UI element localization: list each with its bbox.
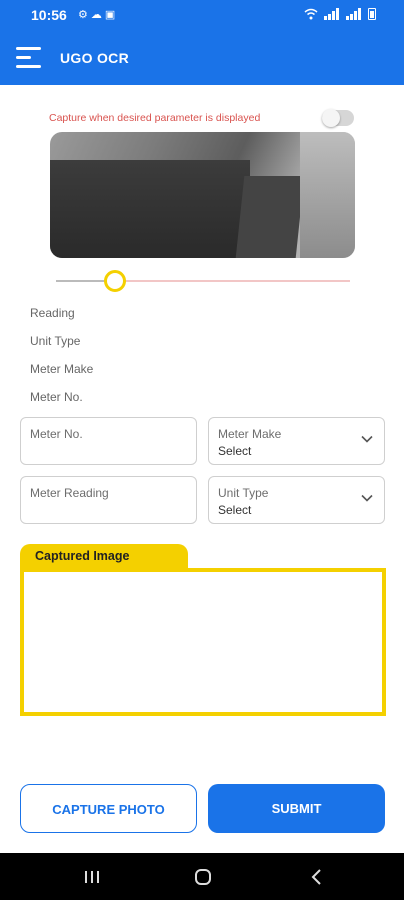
signal-icon — [346, 8, 361, 20]
meter-reading-field[interactable]: Meter Reading — [20, 476, 197, 524]
system-nav-bar — [0, 853, 404, 900]
recent-apps-icon[interactable] — [77, 867, 107, 887]
teams-icon: ▣ — [104, 9, 119, 21]
capture-hint: Capture when desired parameter is displa… — [49, 112, 261, 124]
zoom-slider[interactable] — [56, 270, 350, 292]
meter-make-dropdown-label: Meter Make — [218, 427, 282, 441]
chevron-down-icon — [361, 494, 373, 502]
meter-no-field[interactable]: Meter No. — [20, 417, 197, 465]
app-title: UGO OCR — [60, 50, 129, 66]
meter-reading-field-label: Meter Reading — [30, 486, 109, 500]
toggle-knob — [322, 109, 340, 127]
unit-type-dropdown-label: Unit Type — [218, 486, 269, 500]
captured-image-box — [20, 568, 386, 716]
system-icons — [304, 8, 376, 20]
meter-make-dropdown[interactable]: Meter Make Select — [208, 417, 385, 465]
wifi-icon — [304, 8, 318, 20]
notification-icons: ⚙☁▣ — [78, 8, 118, 21]
reading-label: Reading — [30, 306, 75, 320]
submit-button[interactable]: SUBMIT — [208, 784, 385, 833]
unit-type-label: Unit Type — [30, 334, 81, 348]
chevron-down-icon — [361, 435, 373, 443]
meter-make-dropdown-value: Select — [218, 444, 252, 458]
menu-icon[interactable] — [16, 47, 41, 69]
status-time: 10:56 — [31, 7, 67, 23]
slider-thumb[interactable] — [103, 270, 126, 292]
home-icon[interactable] — [188, 867, 218, 887]
auto-capture-toggle[interactable] — [322, 109, 354, 127]
unit-type-dropdown-value: Select — [218, 503, 252, 517]
back-icon[interactable] — [302, 867, 332, 887]
meter-make-label: Meter Make — [30, 362, 94, 376]
capture-photo-button[interactable]: CAPTURE PHOTO — [20, 784, 197, 833]
app-bar: UGO OCR — [0, 32, 404, 85]
captured-image-title: Captured Image — [35, 549, 130, 563]
settings-icon: ⚙ — [78, 9, 91, 21]
battery-icon — [368, 8, 376, 20]
cloud-icon: ☁ — [90, 9, 105, 21]
signal-icon — [324, 8, 339, 20]
unit-type-dropdown[interactable]: Unit Type Select — [208, 476, 385, 524]
meter-no-label: Meter No. — [30, 390, 83, 404]
status-bar: 10:56 ⚙☁▣ — [0, 0, 404, 32]
camera-preview[interactable] — [50, 132, 355, 258]
meter-no-field-label: Meter No. — [30, 427, 83, 441]
